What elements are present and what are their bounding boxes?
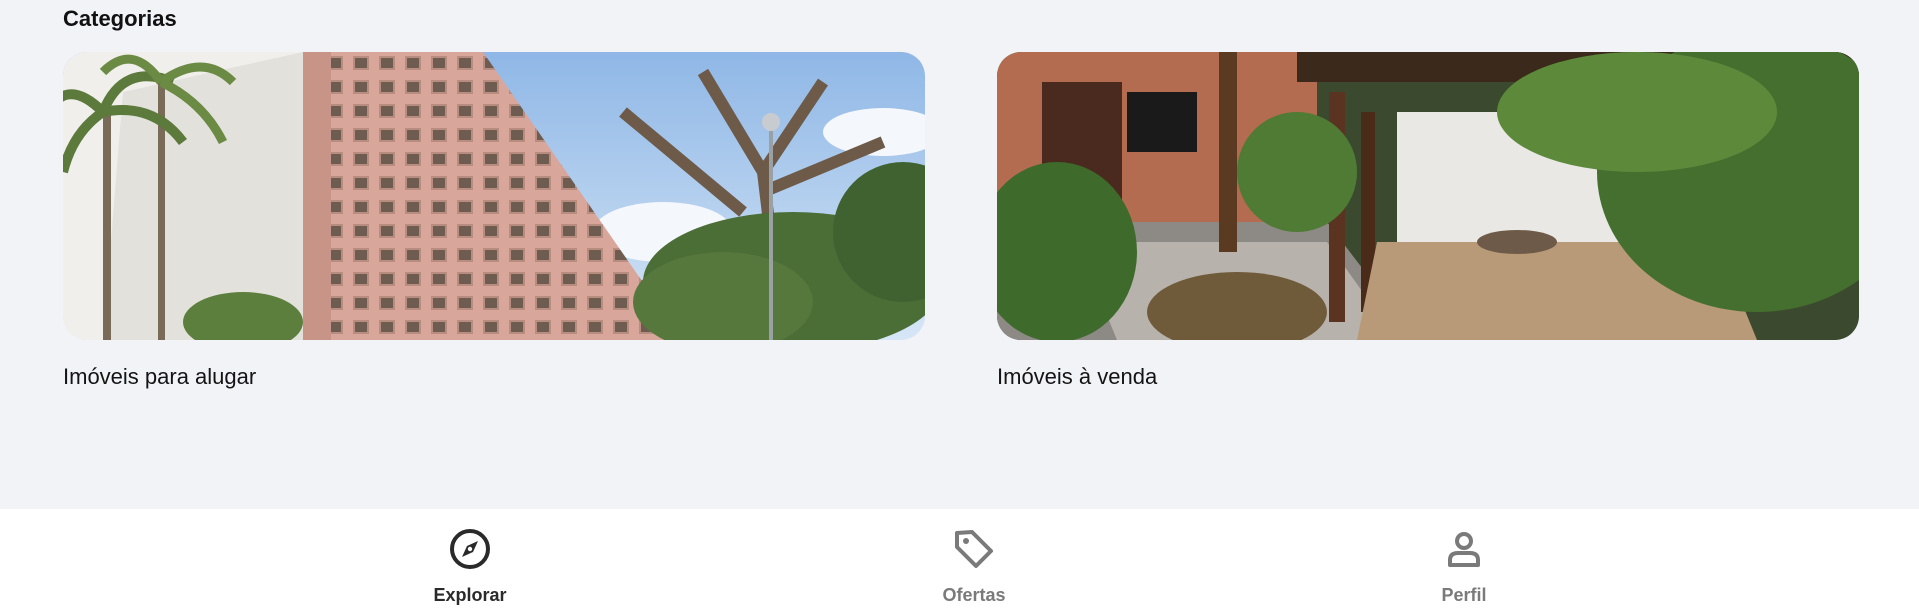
category-label-sale: Imóveis à venda: [997, 364, 1158, 389]
nav-item-explorar[interactable]: Explorar: [390, 527, 550, 607]
nav-label-ofertas: Ofertas: [942, 585, 1006, 605]
nav-label-explorar: Explorar: [433, 585, 507, 605]
section-title: Categorias: [63, 6, 177, 31]
nav-item-ofertas[interactable]: Ofertas: [894, 527, 1054, 607]
category-label-rent: Imóveis para alugar: [63, 364, 257, 389]
page: Categorias Imóveis para alugar Imóveis à…: [0, 0, 1919, 613]
tag-icon: [955, 530, 993, 568]
user-icon: [1448, 532, 1480, 567]
nav-label-perfil: Perfil: [1441, 585, 1487, 605]
bottom-navigation: Explorar Ofertas Perfil: [0, 509, 1919, 613]
category-card-rent[interactable]: Imóveis para alugar: [63, 52, 925, 389]
house-garden-porch-photo[interactable]: [997, 52, 1859, 340]
category-card-sale[interactable]: Imóveis à venda: [997, 52, 1859, 389]
apartment-building-photo[interactable]: [63, 52, 925, 340]
nav-item-perfil[interactable]: Perfil: [1384, 527, 1544, 607]
compass-icon: [450, 529, 490, 569]
